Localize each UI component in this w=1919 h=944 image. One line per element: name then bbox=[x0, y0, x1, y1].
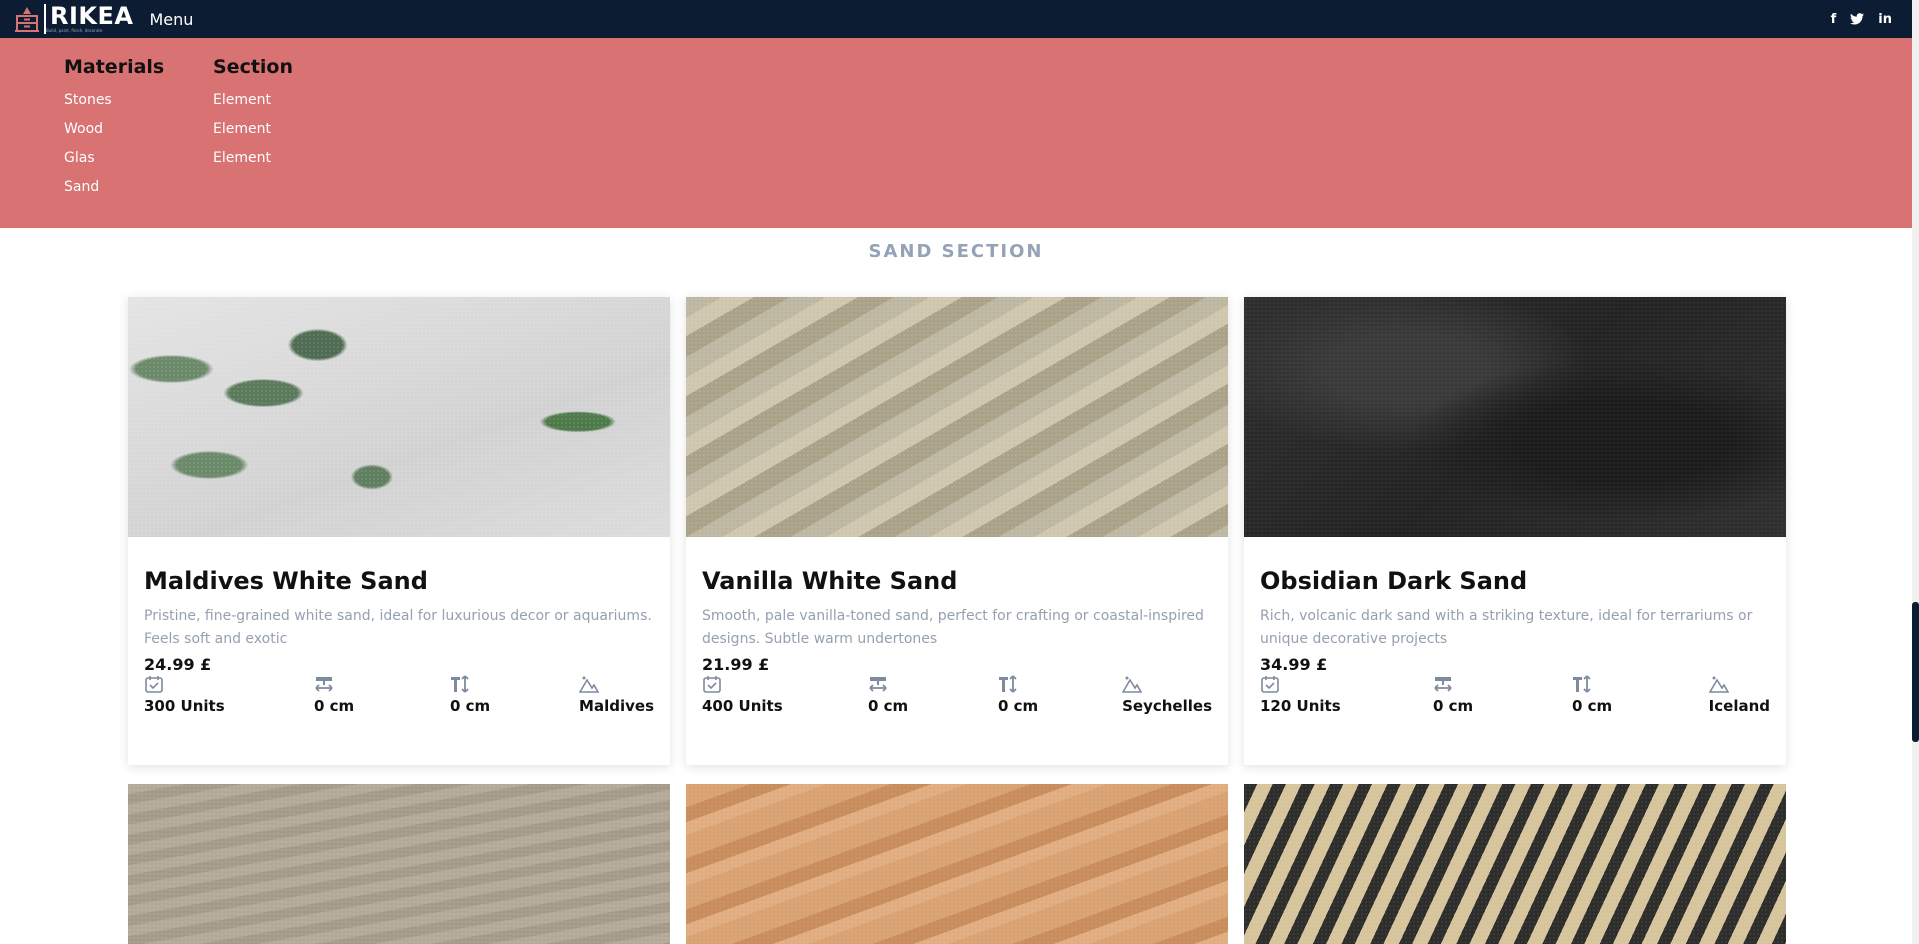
menu-link-sand[interactable]: Sand bbox=[64, 173, 164, 202]
product-title: Vanilla White Sand bbox=[702, 567, 958, 595]
spec-width: 0 cm bbox=[868, 674, 908, 715]
width-icon bbox=[315, 677, 333, 692]
spec-height: 0 cm bbox=[450, 674, 490, 715]
linkedin-icon[interactable]: in bbox=[1878, 12, 1892, 27]
dresser-logo-icon bbox=[15, 7, 39, 32]
height-icon bbox=[999, 675, 1017, 693]
calendar-check-icon bbox=[703, 676, 721, 693]
product-price: 21.99 £ bbox=[702, 655, 770, 674]
product-description: Pristine, fine-grained white sand, ideal… bbox=[144, 608, 652, 647]
product-price: 24.99 £ bbox=[144, 655, 212, 674]
mountain-icon bbox=[1122, 676, 1143, 693]
mountain-icon bbox=[1708, 676, 1729, 693]
spec-width: 0 cm bbox=[1433, 674, 1473, 715]
menu-link-wood[interactable]: Wood bbox=[64, 115, 164, 144]
product-title: Maldives White Sand bbox=[144, 567, 428, 595]
spec-origin-value: Maldives bbox=[579, 697, 654, 715]
spec-stock-value: 400 Units bbox=[702, 697, 783, 715]
product-card[interactable] bbox=[686, 784, 1228, 944]
spec-width: 0 cm bbox=[314, 674, 354, 715]
spec-width-value: 0 cm bbox=[1433, 697, 1474, 715]
spec-height-value: 0 cm bbox=[450, 697, 491, 715]
menu-link-element[interactable]: Element bbox=[213, 115, 293, 144]
page-scrollbar[interactable] bbox=[1912, 0, 1919, 944]
product-description: Smooth, pale vanilla-toned sand, perfect… bbox=[702, 608, 1204, 647]
product-image[interactable] bbox=[128, 784, 670, 944]
product-card[interactable]: Obsidian Dark Sand Rich, volcanic dark s… bbox=[1244, 297, 1786, 765]
spec-origin: Iceland bbox=[1708, 674, 1770, 715]
logo-text: RIKEA bbox=[50, 2, 134, 30]
section-column: Section Element Element Element bbox=[213, 56, 293, 173]
spec-stock: 120 Units bbox=[1260, 674, 1341, 715]
spec-stock-value: 120 Units bbox=[1260, 697, 1341, 715]
facebook-icon[interactable]: f bbox=[1831, 12, 1837, 27]
product-title: Obsidian Dark Sand bbox=[1260, 567, 1528, 595]
menu-link-element[interactable]: Element bbox=[213, 144, 293, 173]
product-specs: 400 Units 0 cm 0 cm Seychelles bbox=[702, 674, 1212, 720]
height-icon bbox=[1573, 675, 1591, 693]
product-specs: 120 Units 0 cm 0 cm Iceland bbox=[1260, 674, 1770, 720]
spec-origin-value: Iceland bbox=[1708, 697, 1770, 715]
social-links: f in bbox=[1831, 12, 1892, 27]
menu-link-stones[interactable]: Stones bbox=[64, 86, 164, 115]
calendar-check-icon bbox=[145, 676, 163, 693]
product-specs: 300 Units 0 cm 0 cm Maldives bbox=[144, 674, 654, 720]
logo[interactable]: RIKEA Build, paint, finish, decorate bbox=[14, 0, 133, 38]
spec-origin: Maldives bbox=[579, 674, 654, 715]
menu-link-glas[interactable]: Glas bbox=[64, 144, 164, 173]
spec-width-value: 0 cm bbox=[868, 697, 909, 715]
width-icon bbox=[869, 677, 887, 692]
calendar-check-icon bbox=[1261, 676, 1279, 693]
spec-height-value: 0 cm bbox=[1572, 697, 1613, 715]
menu-button[interactable]: Menu bbox=[149, 10, 193, 29]
spec-height: 0 cm bbox=[998, 674, 1038, 715]
section-heading: Section bbox=[213, 56, 294, 78]
spec-stock: 300 Units bbox=[144, 674, 225, 715]
scrollbar-thumb[interactable] bbox=[1912, 602, 1919, 742]
width-icon bbox=[1434, 677, 1452, 692]
product-card[interactable]: Maldives White Sand Pristine, fine-grain… bbox=[128, 297, 670, 765]
product-image[interactable] bbox=[686, 297, 1228, 537]
product-description: Rich, volcanic dark sand with a striking… bbox=[1260, 608, 1753, 647]
product-image[interactable] bbox=[686, 784, 1228, 944]
product-card[interactable] bbox=[1244, 784, 1786, 944]
product-image[interactable] bbox=[128, 297, 670, 537]
product-image[interactable] bbox=[1244, 784, 1786, 944]
product-image[interactable] bbox=[1244, 297, 1786, 537]
logo-tagline: Build, paint, finish, decorate bbox=[46, 28, 103, 33]
product-card[interactable]: Vanilla White Sand Smooth, pale vanilla-… bbox=[686, 297, 1228, 765]
height-icon bbox=[451, 675, 469, 693]
twitter-icon[interactable] bbox=[1850, 13, 1865, 25]
spec-stock-value: 300 Units bbox=[144, 697, 225, 715]
spec-origin-value: Seychelles bbox=[1122, 697, 1212, 715]
menu-link-element[interactable]: Element bbox=[213, 86, 293, 115]
spec-height-value: 0 cm bbox=[998, 697, 1039, 715]
section-title: SAND SECTION bbox=[868, 241, 1044, 262]
spec-origin: Seychelles bbox=[1122, 674, 1212, 715]
spec-stock: 400 Units bbox=[702, 674, 783, 715]
product-card[interactable] bbox=[128, 784, 670, 944]
mountain-icon bbox=[579, 676, 600, 693]
product-price: 34.99 £ bbox=[1260, 655, 1328, 674]
materials-heading: Materials bbox=[64, 56, 165, 78]
spec-width-value: 0 cm bbox=[314, 697, 355, 715]
top-navbar: RIKEA Build, paint, finish, decorate Men… bbox=[0, 0, 1912, 38]
materials-column: Materials Stones Wood Glas Sand bbox=[64, 56, 164, 202]
spec-height: 0 cm bbox=[1572, 674, 1612, 715]
mega-menu: Materials Stones Wood Glas Sand Section … bbox=[0, 38, 1912, 228]
